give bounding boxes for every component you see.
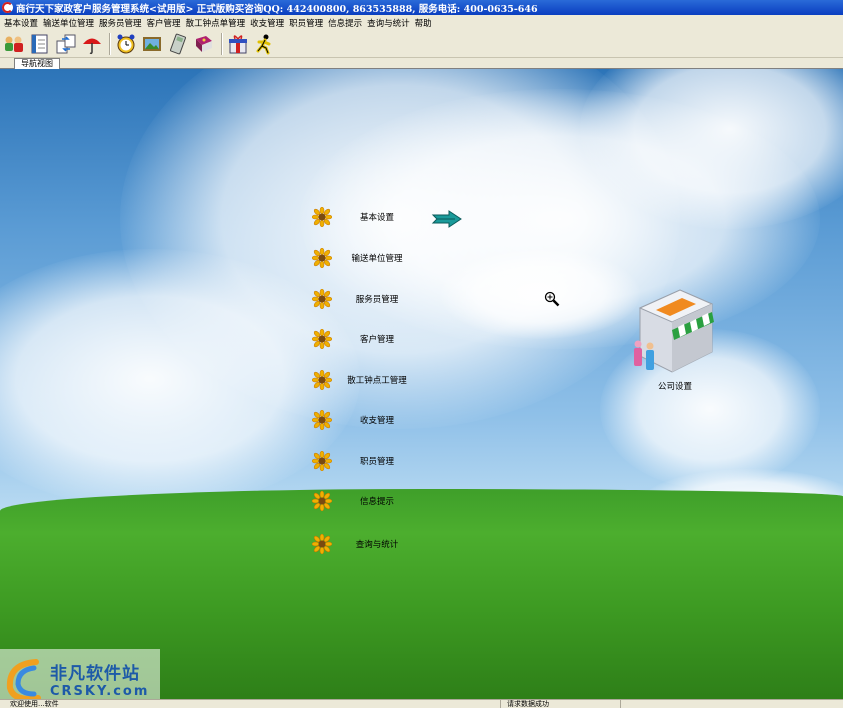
watermark-en: CRSKY.com <box>50 684 150 699</box>
users-icon[interactable] <box>2 32 26 56</box>
book-icon[interactable] <box>192 32 216 56</box>
status-bar: 欢迎使用...软件 请求数据成功 <box>0 699 843 708</box>
umbrella-icon[interactable] <box>80 32 104 56</box>
nav-notifications[interactable]: 信息提示 <box>312 490 394 512</box>
background-cloud <box>440 249 640 339</box>
toolbar-separator <box>109 32 111 55</box>
nav-customers[interactable]: 客户管理 <box>312 328 394 350</box>
nav-label: 服务员管理 <box>355 295 399 305</box>
menu-hourly-orders[interactable]: 散工钟点单管理 <box>185 17 250 29</box>
flower-icon <box>312 329 332 349</box>
menu-finance[interactable]: 收支管理 <box>249 17 288 29</box>
flower-icon <box>312 289 332 309</box>
nav-finance[interactable]: 收支管理 <box>312 409 394 431</box>
flower-icon <box>312 248 332 268</box>
menu-employees[interactable]: 职员管理 <box>288 17 327 29</box>
nav-label: 散工钟点工管理 <box>347 376 407 386</box>
menu-query-stats[interactable]: 查询与统计 <box>366 17 414 29</box>
zoom-cursor-icon <box>544 291 560 307</box>
status-panel-empty <box>620 700 680 708</box>
app-logo-icon <box>2 2 13 13</box>
status-welcome: 欢迎使用...软件 <box>10 700 59 708</box>
tab-strip: 导航视图 <box>0 58 843 69</box>
nav-staff[interactable]: 服务员管理 <box>312 288 398 310</box>
calculator-icon[interactable] <box>166 32 190 56</box>
flower-icon <box>312 534 332 554</box>
menu-bar: 基本设置 输送单位管理 服务员管理 客户管理 散工钟点单管理 收支管理 职员管理… <box>0 15 843 30</box>
nav-hourly-workers[interactable]: 散工钟点工管理 <box>312 369 407 391</box>
nav-label: 客户管理 <box>359 335 394 345</box>
watermark-cn: 非凡软件站 <box>50 664 140 684</box>
nav-label: 信息提示 <box>359 497 394 507</box>
alarm-clock-icon[interactable] <box>114 32 138 56</box>
flower-icon <box>312 370 332 390</box>
menu-help[interactable]: 帮助 <box>414 17 436 29</box>
company-settings-label: 公司设置 <box>657 382 692 392</box>
flower-icon <box>312 207 332 227</box>
menu-basic-settings[interactable]: 基本设置 <box>3 17 42 29</box>
nav-label: 职员管理 <box>359 457 394 467</box>
nav-label: 收支管理 <box>359 416 394 426</box>
runner-icon[interactable] <box>252 32 276 56</box>
title-bar: 商行天下家政客户服务管理系统<试用版> 正式版购买咨询QQ: 442400800… <box>0 0 843 15</box>
company-settings[interactable]: 公司设置 <box>630 286 720 396</box>
toolbar-separator <box>221 32 223 55</box>
nav-basic-settings[interactable]: 基本设置 <box>312 206 394 228</box>
flower-icon <box>312 451 332 471</box>
toolbar <box>0 30 843 58</box>
transfer-icon[interactable] <box>54 32 78 56</box>
crsky-logo-icon <box>6 659 41 699</box>
status-message: 请求数据成功 <box>500 700 620 708</box>
picture-icon[interactable] <box>140 32 164 56</box>
menu-notifications[interactable]: 信息提示 <box>327 17 366 29</box>
menu-customers[interactable]: 客户管理 <box>146 17 185 29</box>
flower-icon <box>312 410 332 430</box>
notebook-icon[interactable] <box>28 32 52 56</box>
menu-staff[interactable]: 服务员管理 <box>98 17 146 29</box>
gift-icon[interactable] <box>226 32 250 56</box>
nav-query-stats[interactable]: 查询与统计 <box>312 533 398 555</box>
flower-icon <box>312 491 332 511</box>
nav-label: 查询与统计 <box>355 540 399 550</box>
nav-dispatch-units[interactable]: 输送单位管理 <box>312 247 403 269</box>
nav-label: 基本设置 <box>359 213 394 223</box>
window-title: 商行天下家政客户服务管理系统<试用版> 正式版购买咨询QQ: 442400800… <box>16 3 538 15</box>
navigation-canvas: 基本设置 输送单位管理 服务员管理 客户管理 散工钟点工管理 收支管理 职员管理… <box>0 69 843 699</box>
arrow-pointer-icon <box>431 210 462 228</box>
tab-navigation-view[interactable]: 导航视图 <box>14 58 60 69</box>
nav-employees[interactable]: 职员管理 <box>312 450 394 472</box>
menu-dispatch-units[interactable]: 输送单位管理 <box>42 17 98 29</box>
watermark: 非凡软件站 CRSKY.com <box>0 649 160 699</box>
nav-label: 输送单位管理 <box>351 254 403 264</box>
shop-icon <box>634 289 714 373</box>
